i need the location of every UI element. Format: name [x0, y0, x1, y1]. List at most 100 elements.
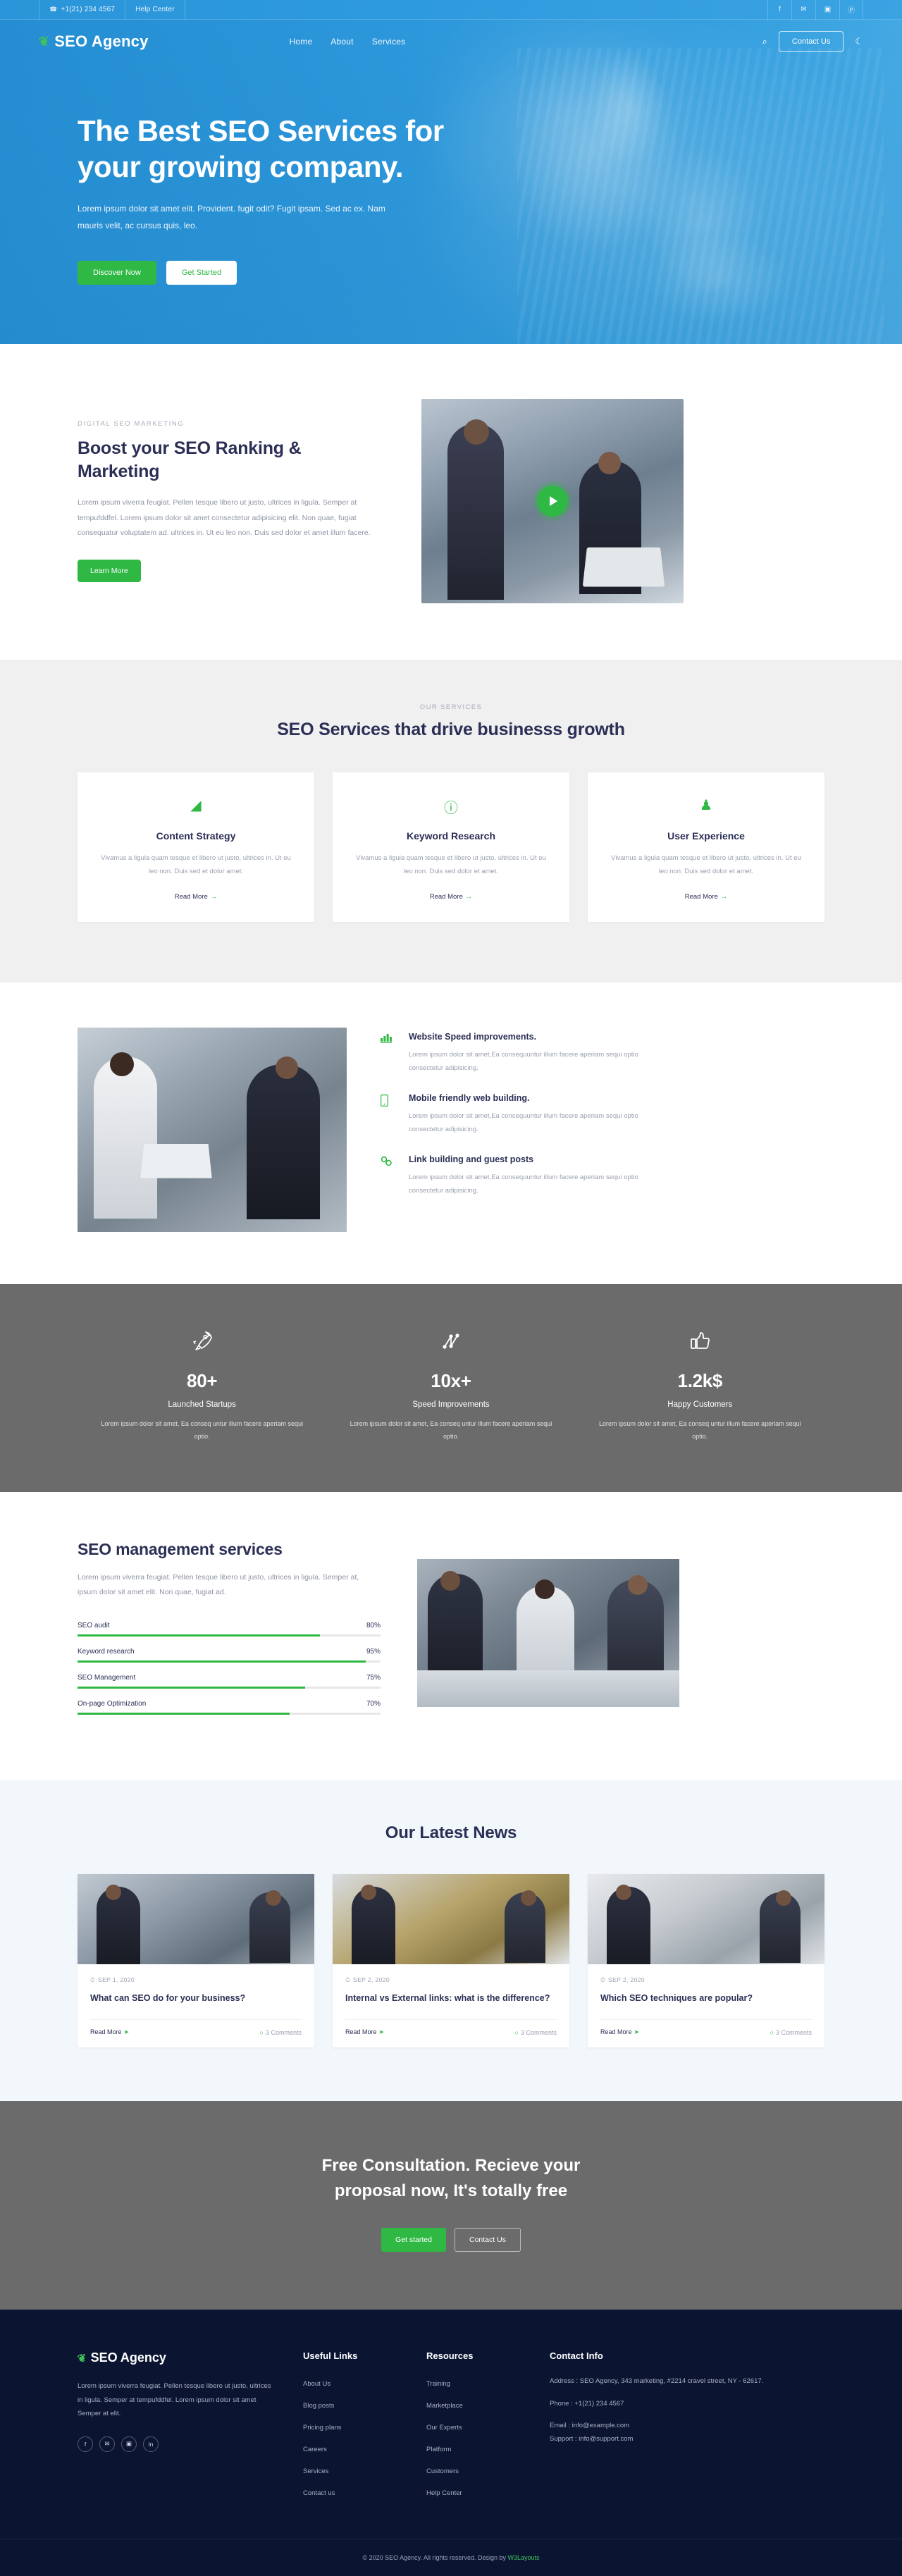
footer-link-about-us[interactable]: About Us — [303, 2380, 330, 2388]
cta-get-started-button[interactable]: Get started — [381, 2228, 446, 2253]
nav-item-services[interactable]: Services — [372, 37, 406, 47]
arrow-right-icon: ➤ — [123, 2028, 130, 2036]
person-figure — [246, 1064, 320, 1220]
brand-logo[interactable]: ❦ SEO Agency — [38, 32, 149, 51]
footer-link-our-experts[interactable]: Our Experts — [426, 2424, 462, 2432]
service-card[interactable]: ◢ Content Strategy Vivamus a ligula quam… — [78, 772, 314, 922]
skill-bar-row: Keyword research 95% — [78, 1648, 381, 1663]
service-read-more-link[interactable]: Read More → — [430, 893, 473, 901]
news-comments[interactable]: ○ 3 Comments — [770, 2029, 812, 2036]
news-comments[interactable]: ○ 3 Comments — [515, 2029, 557, 2036]
footer-phone[interactable]: Phone : +1(21) 234 4567 — [550, 2398, 824, 2411]
comment-icon: ○ — [514, 2028, 519, 2036]
copyright-text: © 2020 SEO Agency. All rights reserved. … — [362, 2554, 508, 2562]
footer-column-title: Resources — [426, 2350, 474, 2362]
person-head — [109, 1052, 134, 1076]
management-title: SEO management services — [78, 1539, 283, 1558]
theme-toggle-icon[interactable]: ☾ — [855, 36, 863, 47]
facebook-icon[interactable]: f — [78, 2436, 93, 2452]
footer-link-blog-posts[interactable]: Blog posts — [303, 2402, 334, 2410]
skill-label: Keyword research — [78, 1647, 135, 1656]
stat-number: 10x+ — [431, 1369, 471, 1391]
skill-bars: SEO audit 80% Keyword research 95% SEO M… — [78, 1622, 381, 1715]
comment-icon: ○ — [259, 2028, 264, 2036]
list-item: Platform — [426, 2442, 550, 2455]
read-more-label: Read More — [429, 892, 463, 901]
nav-menu: Home About Services — [290, 37, 406, 47]
news-read-more-link[interactable]: Read More ➤ — [600, 2028, 639, 2036]
twitter-icon[interactable]: ✉ — [99, 2436, 115, 2452]
search-icon[interactable]: ⌕ — [762, 36, 767, 47]
cta-line2: proposal now, It's totally free — [334, 2181, 568, 2201]
skill-track — [78, 1712, 381, 1715]
footer-brand-logo[interactable]: ❦ SEO Agency — [77, 2350, 275, 2365]
instagram-icon[interactable]: ▣ — [815, 0, 839, 20]
read-more-label: Read More — [600, 2028, 632, 2036]
feature-text: Lorem ipsum dolor sit amet,Ea consequunt… — [409, 1111, 638, 1133]
nav-item-about[interactable]: About — [330, 37, 353, 47]
list-item: Marketplace — [426, 2398, 550, 2411]
phone-number[interactable]: ☎ +1(21) 234 4567 — [39, 0, 125, 20]
footer-link-platform[interactable]: Platform — [426, 2446, 451, 2453]
footer-link-contact-us[interactable]: Contact us — [303, 2489, 335, 2497]
news-comments[interactable]: ○ 3 Comments — [260, 2029, 302, 2036]
news-grid: ⏱ SEP 1, 2020 What can SEO do for your bu… — [78, 1873, 824, 2048]
list-item: Blog posts — [303, 2398, 426, 2411]
news-read-more-link[interactable]: Read More ➤ — [345, 2028, 384, 2036]
arrow-right-icon: → — [720, 892, 728, 901]
help-center-link[interactable]: Help Center — [125, 0, 185, 20]
skill-bar-row: On-page Optimization 70% — [78, 1700, 381, 1715]
pinterest-icon[interactable]: Ⓟ — [839, 0, 863, 20]
news-card[interactable]: ⏱ SEP 2, 2020 Internal vs External links:… — [333, 1873, 569, 2048]
cta-title: Free Consultation. Recieve your proposal… — [78, 2153, 824, 2204]
footer-link-services[interactable]: Services — [303, 2467, 328, 2475]
boost-paragraph: Lorem ipsum viverra feugiat. Pellen tesq… — [78, 498, 371, 538]
feature-item: Website Speed improvements. Lorem ipsum … — [381, 1032, 824, 1075]
designer-link[interactable]: W3Layouts — [508, 2554, 540, 2561]
cta-section: Free Consultation. Recieve your proposal… — [0, 2101, 902, 2310]
footer-link-training[interactable]: Training — [426, 2380, 450, 2388]
feature-title: Link building and guest posts — [409, 1154, 534, 1164]
news-date-label: SEP 2, 2020 — [608, 1976, 645, 1983]
linkedin-icon[interactable]: in — [143, 2436, 159, 2452]
contact-us-button[interactable]: Contact Us — [778, 31, 844, 52]
service-card[interactable]: ♟ User Experience Vivamus a ligula quam … — [588, 772, 824, 922]
play-icon[interactable] — [537, 486, 568, 517]
service-card[interactable]: ⓘ Keyword Research Vivamus a ligula quam… — [333, 772, 569, 922]
cta-contact-us-button[interactable]: Contact Us — [455, 2228, 521, 2253]
instagram-icon[interactable]: ▣ — [121, 2436, 137, 2452]
help-center-label: Help Center — [135, 6, 175, 13]
footer-link-pricing-plans[interactable]: Pricing plans — [303, 2424, 341, 2432]
footer-email[interactable]: Email : info@example.com — [550, 2420, 824, 2433]
news-read-more-link[interactable]: Read More ➤ — [90, 2028, 129, 2036]
footer-resources-column: Resources Training Marketplace Our Exper… — [426, 2350, 550, 2508]
footer-support-email[interactable]: Support : info@support.com — [550, 2433, 824, 2446]
news-thumbnail — [78, 1873, 314, 1964]
news-card[interactable]: ⏱ SEP 1, 2020 What can SEO do for your bu… — [78, 1873, 314, 2048]
footer-column-title: Contact Info — [550, 2350, 603, 2362]
get-started-button[interactable]: Get Started — [166, 261, 237, 285]
list-item: Pricing plans — [303, 2420, 426, 2433]
footer-link-careers[interactable]: Careers — [303, 2446, 327, 2453]
footer-link-help-center[interactable]: Help Center — [426, 2489, 462, 2497]
skill-track — [78, 1660, 381, 1663]
news-card-meta: Read More ➤ ○ 3 Comments — [600, 2019, 812, 2036]
skill-percent: 75% — [366, 1673, 381, 1682]
management-section: SEO management services Lorem ipsum vive… — [0, 1491, 902, 1780]
service-read-more-link[interactable]: Read More → — [175, 893, 218, 901]
laptop-prop — [140, 1143, 212, 1178]
stat-item: 80+ Launched Startups Lorem ipsum dolor … — [78, 1329, 326, 1443]
bar-chart-icon — [381, 1032, 396, 1075]
stat-number: 1.2k$ — [677, 1369, 723, 1391]
twitter-icon[interactable]: ✉ — [791, 0, 815, 20]
footer-link-marketplace[interactable]: Marketplace — [426, 2402, 463, 2410]
nav-item-home[interactable]: Home — [290, 37, 313, 47]
arrow-right-icon: ➤ — [378, 2028, 385, 2036]
learn-more-button[interactable]: Learn More — [78, 559, 141, 582]
thumbs-up-icon — [591, 1329, 809, 1360]
footer-link-customers[interactable]: Customers — [426, 2467, 459, 2475]
news-card[interactable]: ⏱ SEP 2, 2020 Which SEO techniques are po… — [588, 1873, 824, 2048]
service-read-more-link[interactable]: Read More → — [685, 893, 728, 901]
discover-now-button[interactable]: Discover Now — [78, 261, 156, 285]
facebook-icon[interactable]: f — [767, 0, 791, 20]
